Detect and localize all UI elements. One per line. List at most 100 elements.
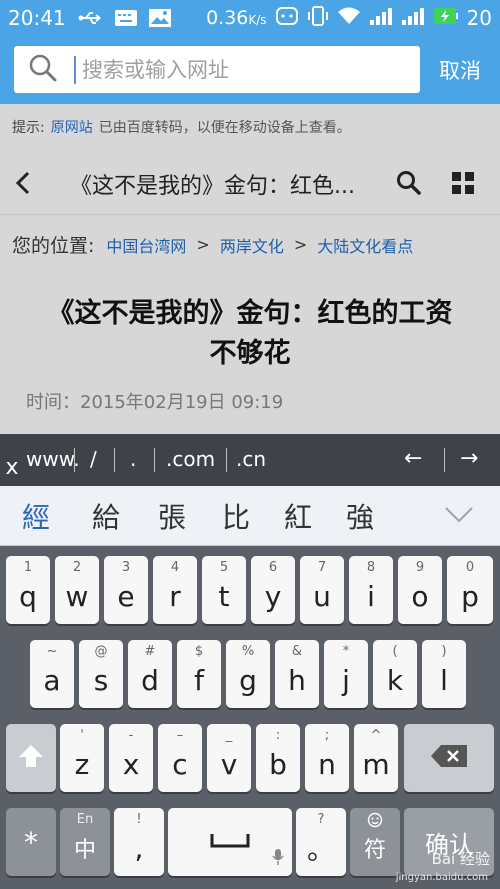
key-w[interactable]: 2w xyxy=(55,556,99,624)
key-k[interactable]: (k xyxy=(373,640,417,708)
key-main: e xyxy=(117,579,135,613)
network-speed: 0.36K/s xyxy=(206,7,266,29)
cursor-left-arrow[interactable]: ← xyxy=(404,446,422,471)
key-sub: ? xyxy=(317,812,325,827)
key-e[interactable]: 3e xyxy=(104,556,148,624)
key-a[interactable]: ~ a xyxy=(30,640,74,708)
key-c[interactable]: – c xyxy=(158,724,202,792)
key-main: g xyxy=(239,663,257,697)
candidate-2[interactable]: 給 xyxy=(92,496,120,536)
divider xyxy=(154,448,155,472)
key-main: d xyxy=(141,663,159,697)
key-sub: En xyxy=(76,812,94,827)
breadcrumb-label: 您的位置: xyxy=(12,235,95,257)
key-i[interactable]: 8i xyxy=(349,556,393,624)
key-n[interactable]: ; n xyxy=(305,724,349,792)
key-g[interactable]: % g xyxy=(226,640,270,708)
key-main: v xyxy=(220,747,238,781)
search-box[interactable] xyxy=(14,46,420,93)
breadcrumb-item-culture[interactable]: 两岸文化 xyxy=(220,233,284,257)
language-switch-key[interactable]: En 中 xyxy=(60,808,110,876)
grid-menu-icon[interactable] xyxy=(450,170,476,200)
key-j[interactable]: * j xyxy=(324,640,368,708)
key-sub: _ xyxy=(225,728,233,743)
key-main: f xyxy=(194,663,204,697)
candidate-1[interactable]: 經 xyxy=(22,496,50,536)
cursor-right-arrow[interactable]: → xyxy=(460,446,478,471)
key-sub: ( xyxy=(392,644,398,659)
chip-www[interactable]: www. xyxy=(26,444,80,474)
key-o[interactable]: 9o xyxy=(398,556,442,624)
key-r[interactable]: 4r xyxy=(153,556,197,624)
key-v[interactable]: _ v xyxy=(207,724,251,792)
key-sub: 8 xyxy=(366,560,376,575)
page-search-icon[interactable] xyxy=(396,170,422,200)
key-x[interactable]: -x xyxy=(109,724,153,792)
close-quickbar-button[interactable]: x xyxy=(0,452,24,482)
key-s[interactable]: @ s xyxy=(79,640,123,708)
key-p[interactable]: 0p xyxy=(447,556,493,624)
key-h[interactable]: & h xyxy=(275,640,319,708)
divider xyxy=(114,448,115,472)
key-sub: : xyxy=(275,728,281,743)
url-quick-bar: x www. / . .com .cn ← → xyxy=(0,434,500,486)
chip-com[interactable]: .com xyxy=(166,444,215,474)
expand-candidates-icon[interactable] xyxy=(444,506,474,528)
shift-key[interactable] xyxy=(6,724,56,792)
article-title-line2: 不够花 xyxy=(209,338,291,369)
breadcrumb-item-taiwan-net[interactable]: 中国台湾网 xyxy=(106,233,186,257)
key-q[interactable]: 1q xyxy=(6,556,50,624)
candidate-6[interactable]: 強 xyxy=(346,496,374,536)
key-t[interactable]: 5t xyxy=(202,556,246,624)
article-title: 《这不是我的》金句：红色的工资 不够花 xyxy=(0,274,500,374)
chip-slash[interactable]: / xyxy=(90,444,97,474)
key-d[interactable]: # d xyxy=(128,640,172,708)
key-main: z xyxy=(74,747,90,781)
breadcrumb-separator: > xyxy=(293,235,308,254)
original-site-link[interactable]: 原网站 xyxy=(51,117,93,137)
breadcrumb-separator: > xyxy=(196,235,210,254)
candidate-4[interactable]: 比 xyxy=(222,496,250,536)
article-meta: 时间：2015年02月19日 09:19 xyxy=(26,392,284,413)
key-u[interactable]: 7u xyxy=(300,556,344,624)
status-right: 20 xyxy=(275,5,492,31)
space-key[interactable] xyxy=(168,808,292,876)
key-main: o xyxy=(411,579,429,613)
key-main: c xyxy=(172,747,188,781)
candidate-3[interactable]: 張 xyxy=(158,496,186,536)
cancel-button[interactable]: 取消 xyxy=(424,46,496,93)
key-sub: 3 xyxy=(121,560,131,575)
comma-key[interactable]: !, xyxy=(114,808,164,876)
text-cursor xyxy=(74,55,76,84)
tip-text: 已由百度转码，以便在移动设备上查看。 xyxy=(98,120,351,136)
search-input[interactable] xyxy=(80,56,400,83)
chip-cn[interactable]: .cn xyxy=(236,444,266,474)
key-sub: & xyxy=(291,644,303,659)
key-m[interactable]: ^ m xyxy=(354,724,398,792)
breadcrumb-item-mainland-culture[interactable]: 大陆文化看点 xyxy=(317,233,413,257)
candidate-5[interactable]: 紅 xyxy=(284,496,312,536)
key-main: i xyxy=(367,579,375,613)
backspace-key[interactable] xyxy=(404,724,494,792)
key-main: 符 xyxy=(363,838,386,863)
candidate-bar: 經 給 張 比 紅 強 xyxy=(0,486,500,546)
period-key[interactable]: ?。 xyxy=(296,808,346,876)
symbol-star-key[interactable]: * xyxy=(6,808,56,876)
key-y[interactable]: 6y xyxy=(251,556,295,624)
key-z[interactable]: ' z xyxy=(60,724,104,792)
symbols-key[interactable]: 符 xyxy=(350,808,400,876)
key-main: 。 xyxy=(306,833,335,866)
divider xyxy=(226,448,227,472)
transcode-tip: 提示: 原网站 已由百度转码，以便在移动设备上查看。 xyxy=(0,104,500,150)
key-sub: ) xyxy=(441,644,447,659)
back-arrow-icon[interactable] xyxy=(12,170,34,200)
key-main: u xyxy=(313,579,331,613)
chip-dot[interactable]: . xyxy=(130,444,136,474)
key-main: b xyxy=(269,747,287,781)
watermark-domain: jingyan.baidu.com xyxy=(395,872,488,883)
key-b[interactable]: :b xyxy=(256,724,300,792)
key-l[interactable]: ) l xyxy=(422,640,466,708)
shift-icon xyxy=(17,742,45,774)
key-f[interactable]: $ f xyxy=(177,640,221,708)
emoji-icon xyxy=(350,812,400,832)
